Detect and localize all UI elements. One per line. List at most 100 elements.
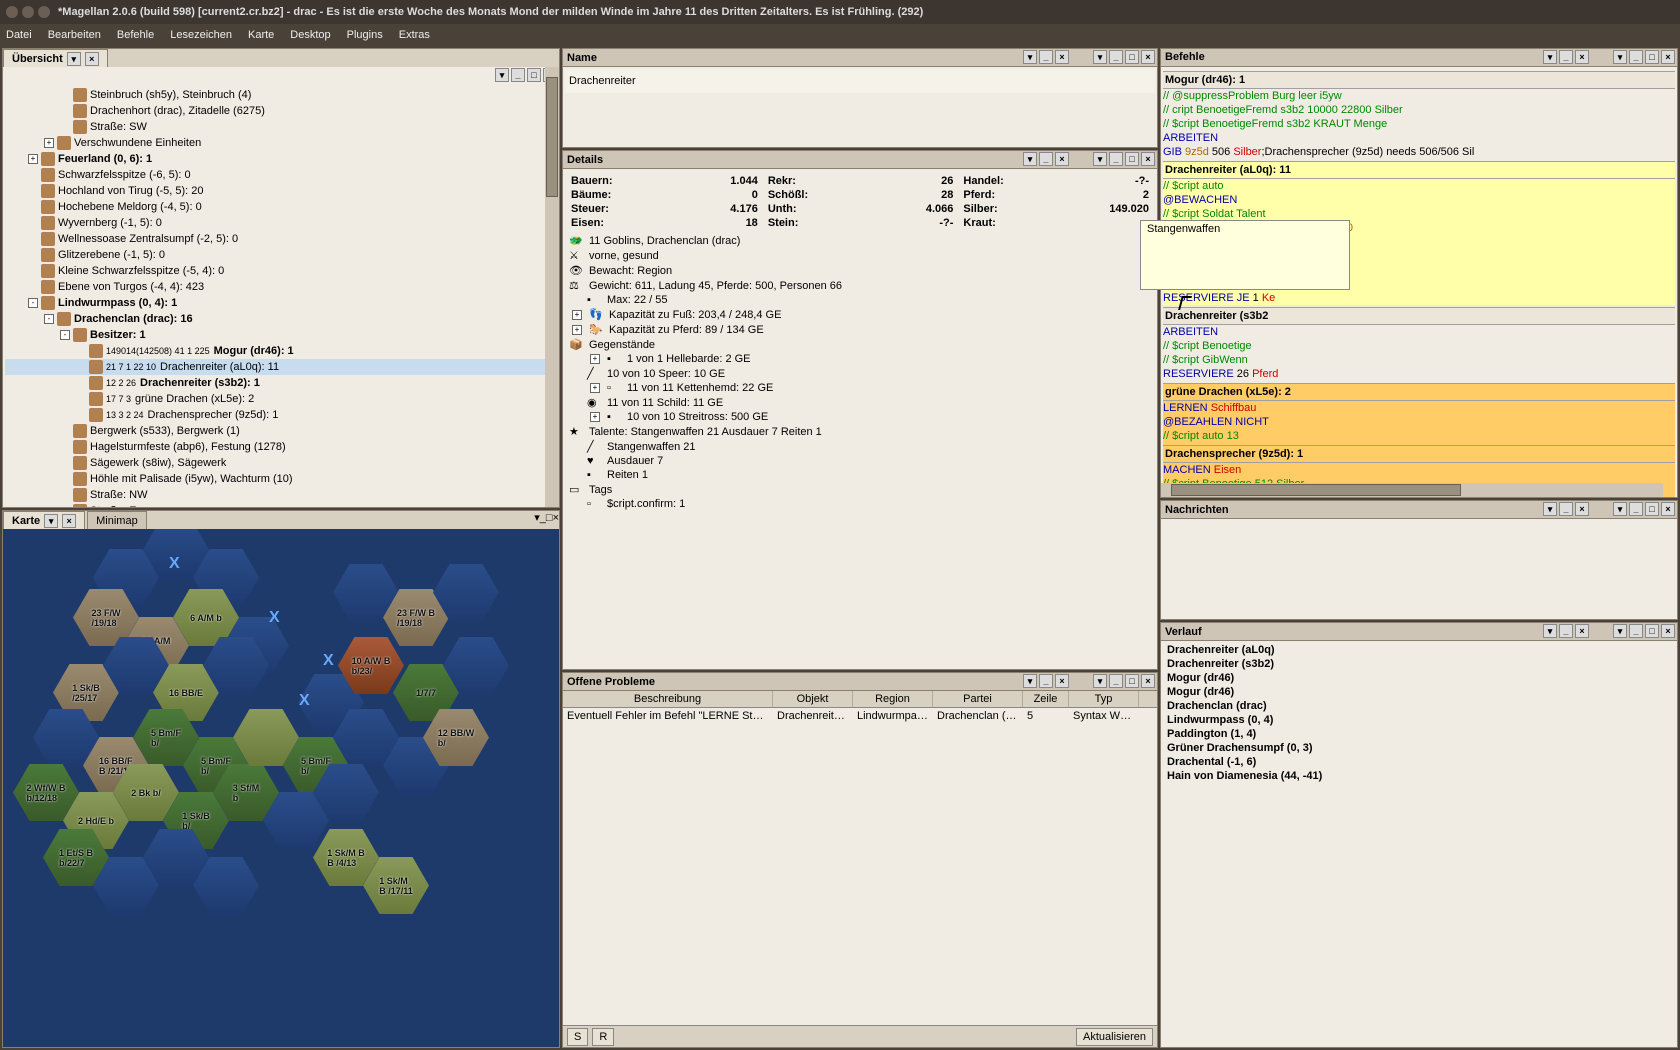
detail-row[interactable]: ▪Reiten 1	[565, 468, 1155, 482]
detail-row[interactable]: ▫$cript.confirm: 1	[565, 497, 1155, 511]
command-line[interactable]: @BEZAHLEN NICHT	[1163, 415, 1675, 429]
dropdown-icon[interactable]: ▾	[1543, 502, 1557, 516]
command-line[interactable]: // $cript Benoetige	[1163, 339, 1675, 353]
close-panel-icon[interactable]: ×	[553, 512, 559, 524]
command-line[interactable]: ARBEITEN	[1163, 325, 1675, 339]
command-line[interactable]: // $cript GibWenn	[1163, 353, 1675, 367]
detail-row[interactable]: +👣Kapazität zu Fuß: 203,4 / 248,4 GE	[565, 307, 1155, 322]
minimize-window-icon[interactable]	[22, 6, 34, 18]
detail-row[interactable]: 👁Bewacht: Region	[565, 263, 1155, 278]
column-header[interactable]: Objekt	[773, 691, 853, 707]
history-item[interactable]: Mogur (dr46)	[1163, 671, 1675, 685]
pin-icon[interactable]: ▾	[1613, 502, 1627, 516]
minimize-icon[interactable]: _	[1039, 50, 1053, 64]
minimize-icon[interactable]: _	[1109, 674, 1123, 688]
unit-header[interactable]: grüne Drachen (xL5e): 2	[1163, 383, 1675, 401]
menu-desktop[interactable]: Desktop	[290, 29, 330, 41]
minimize-icon[interactable]: _	[1039, 674, 1053, 688]
maximize-icon[interactable]: □	[546, 512, 553, 524]
expand-icon[interactable]: +	[590, 412, 600, 422]
minimize-icon[interactable]: _	[511, 68, 525, 82]
overview-tab[interactable]: Übersicht▾×	[3, 49, 108, 67]
expand-icon[interactable]: +	[572, 325, 582, 335]
tree-node[interactable]: -Lindwurmpass (0, 4): 1	[5, 295, 557, 311]
minimize-icon[interactable]: _	[1039, 152, 1053, 166]
hex-map[interactable]: 23 F/W/19/1812 A/Mb6 A/M b23 F/W B/19/18…	[3, 529, 559, 1047]
history-item[interactable]: Drachenreiter (aL0q)	[1163, 643, 1675, 657]
tree-node[interactable]: 12 2 26Drachenreiter (s3b2): 1	[5, 375, 557, 391]
tree-node[interactable]: Bergwerk (s533), Bergwerk (1)	[5, 423, 557, 439]
minimize-icon[interactable]: _	[1559, 624, 1573, 638]
pin-icon[interactable]: ▾	[495, 68, 509, 82]
column-header[interactable]: Zeile	[1023, 691, 1069, 707]
close-window-icon[interactable]	[6, 6, 18, 18]
tree-node[interactable]: Ebene von Turgos (-4, 4): 423	[5, 279, 557, 295]
detail-row[interactable]: ⚖Gewicht: 611, Ladung 45, Pferde: 500, P…	[565, 278, 1155, 293]
close-panel-icon[interactable]: ×	[1141, 674, 1155, 688]
detail-row[interactable]: +▪10 von 10 Streitross: 500 GE	[565, 410, 1155, 424]
close-icon[interactable]: ×	[1575, 50, 1589, 64]
detail-row[interactable]: ╱Stangenwaffen 21	[565, 439, 1155, 454]
unit-details-tree[interactable]: 🐲11 Goblins, Drachenclan (drac)⚔vorne, g…	[565, 233, 1155, 511]
detail-row[interactable]: ♥Ausdauer 7	[565, 454, 1155, 468]
expand-icon[interactable]: -	[44, 314, 54, 324]
tree-node[interactable]: Schwarzfelsspitze (-6, 5): 0	[5, 167, 557, 183]
close-icon[interactable]: ×	[1575, 502, 1589, 516]
unit-name-input[interactable]	[565, 69, 1155, 93]
tree-node[interactable]: -Drachenclan (drac): 16	[5, 311, 557, 327]
menu-lesezeichen[interactable]: Lesezeichen	[170, 29, 232, 41]
detail-row[interactable]: ⚔vorne, gesund	[565, 248, 1155, 263]
minimize-icon[interactable]: _	[1559, 50, 1573, 64]
minimize-icon[interactable]: _	[1109, 50, 1123, 64]
unit-header[interactable]: Mogur (dr46): 1	[1163, 71, 1675, 89]
tree-node[interactable]: Kleine Schwarzfelsspitze (-5, 4): 0	[5, 263, 557, 279]
close-icon[interactable]: ×	[85, 52, 99, 66]
pin-icon[interactable]: ▾	[1613, 624, 1627, 638]
pin-icon[interactable]: ▾	[1093, 50, 1107, 64]
unit-header[interactable]: Drachenreiter (aL0q): 11	[1163, 161, 1675, 179]
command-line[interactable]: // cript BenoetigeFremd s3b2 10000 22800…	[1163, 103, 1675, 117]
dropdown-icon[interactable]: ▾	[44, 514, 58, 528]
close-panel-icon[interactable]: ×	[1661, 502, 1675, 516]
vertical-scrollbar[interactable]	[545, 67, 559, 507]
tree-node[interactable]: Steinbruch (sh5y), Steinbruch (4)	[5, 87, 557, 103]
tree-node[interactable]: 21 7 1 22 10Drachenreiter (aL0q): 11	[5, 359, 557, 375]
menu-bearbeiten[interactable]: Bearbeiten	[48, 29, 101, 41]
dropdown-icon[interactable]: ▾	[1023, 674, 1037, 688]
history-item[interactable]: Drachenclan (drac)	[1163, 699, 1675, 713]
maximize-icon[interactable]: □	[1645, 502, 1659, 516]
expand-icon[interactable]: -	[60, 330, 70, 340]
maximize-icon[interactable]: □	[1125, 50, 1139, 64]
close-icon[interactable]: ×	[62, 514, 76, 528]
history-item[interactable]: Paddington (1, 4)	[1163, 727, 1675, 741]
dropdown-icon[interactable]: ▾	[1023, 50, 1037, 64]
tree-node[interactable]: Glitzerebene (-1, 5): 0	[5, 247, 557, 263]
tree-node[interactable]: Hagelsturmfeste (abp6), Festung (1278)	[5, 439, 557, 455]
close-panel-icon[interactable]: ×	[1141, 50, 1155, 64]
command-line[interactable]: MACHEN Eisen	[1163, 463, 1675, 477]
close-icon[interactable]: ×	[1055, 674, 1069, 688]
detail-row[interactable]: ╱10 von 10 Speer: 10 GE	[565, 366, 1155, 381]
close-icon[interactable]: ×	[1055, 152, 1069, 166]
unit-header[interactable]: Drachensprecher (9z5d): 1	[1163, 445, 1675, 463]
maximize-icon[interactable]: □	[1125, 152, 1139, 166]
close-panel-icon[interactable]: ×	[1661, 50, 1675, 64]
dropdown-icon[interactable]: ▾	[67, 52, 81, 66]
close-panel-icon[interactable]: ×	[1141, 152, 1155, 166]
menu-karte[interactable]: Karte	[248, 29, 274, 41]
r-button[interactable]: R	[592, 1028, 614, 1046]
refresh-button[interactable]: Aktualisieren	[1076, 1028, 1153, 1046]
close-icon[interactable]: ×	[1575, 624, 1589, 638]
detail-row[interactable]: 📦Gegenstände	[565, 337, 1155, 352]
expand-icon[interactable]: +	[572, 310, 582, 320]
expand-icon[interactable]: +	[590, 354, 600, 364]
tree-node[interactable]: Drachenhort (drac), Zitadelle (6275)	[5, 103, 557, 119]
horizontal-scrollbar[interactable]	[1161, 483, 1663, 497]
menu-datei[interactable]: Datei	[6, 29, 32, 41]
window-titlebar[interactable]: *Magellan 2.0.6 (build 598) [current2.cr…	[0, 0, 1680, 24]
minimize-icon[interactable]: _	[1629, 502, 1643, 516]
close-panel-icon[interactable]: ×	[1661, 624, 1675, 638]
pin-icon[interactable]: ▾	[1613, 50, 1627, 64]
dropdown-icon[interactable]: ▾	[1543, 50, 1557, 64]
s-button[interactable]: S	[567, 1028, 588, 1046]
